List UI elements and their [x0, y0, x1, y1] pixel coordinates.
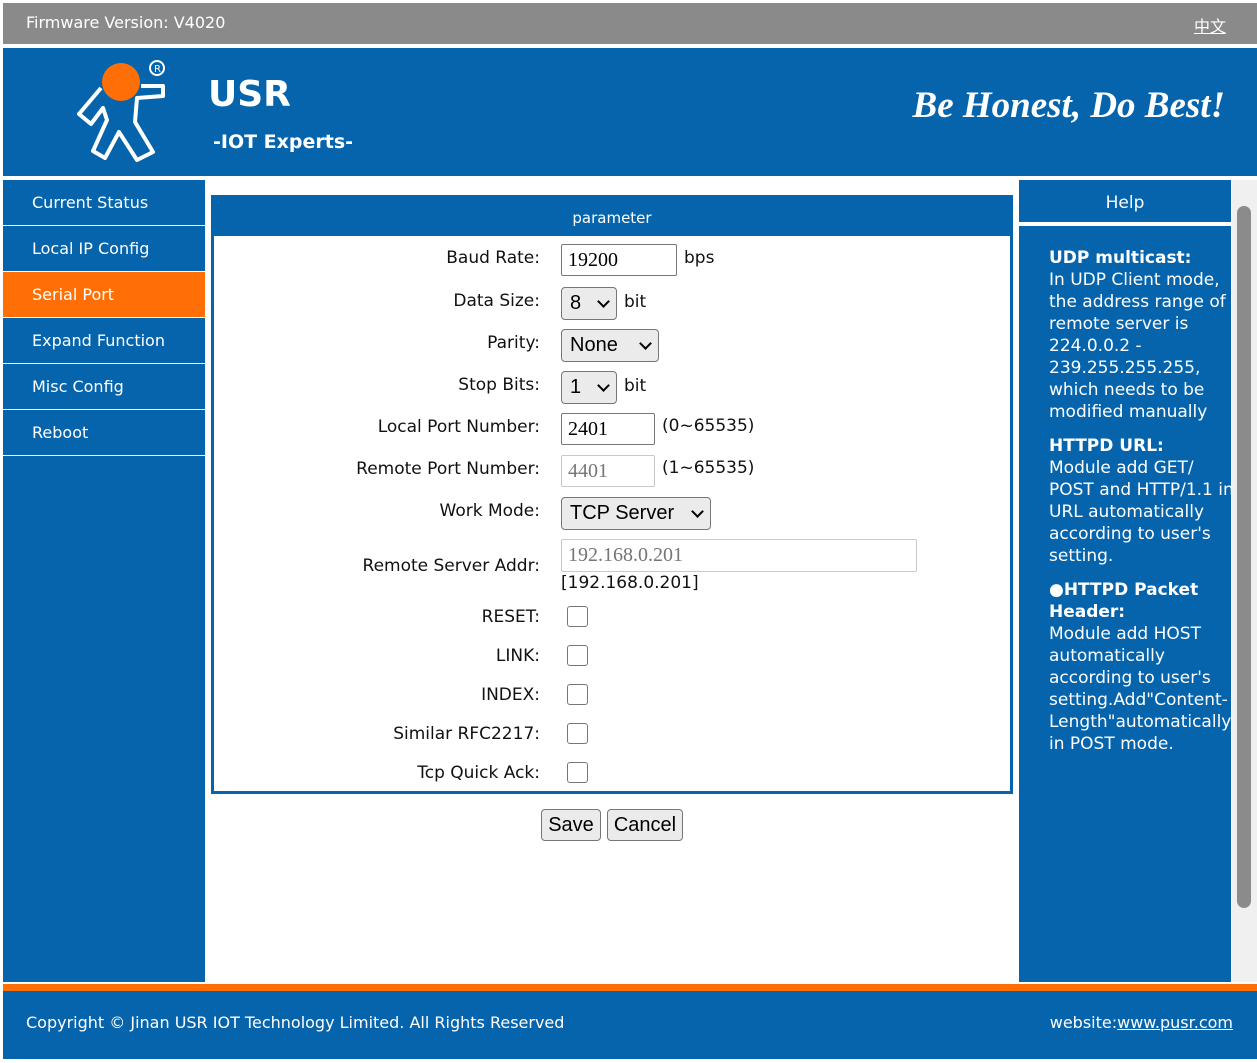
sidebar-item-expand-function[interactable]: Expand Function [3, 318, 205, 364]
usr-logo-icon: R [77, 60, 165, 162]
website-info: website:www.pusr.com [1050, 1013, 1233, 1032]
help-item-httpd-url: HTTPD URL: Module add GET/ POST and HTTP… [1049, 435, 1239, 567]
rfc2217-checkbox[interactable] [567, 723, 588, 744]
top-bar: Firmware Version: V4020 中文 [3, 3, 1257, 44]
work-mode-row: Work Mode: TCP Server [214, 497, 1010, 530]
sidebar-item-current-status[interactable]: Current Status [3, 180, 205, 226]
stop-bits-select[interactable]: 1 [561, 371, 617, 404]
help-list: UDP multicast: In UDP Client mode, the a… [1019, 226, 1234, 755]
data-size-row: Data Size: 8 bit [214, 287, 1010, 320]
work-mode-label: Work Mode: [439, 501, 541, 521]
header-banner: R USR -IOT Experts- Be Honest, Do Best! [3, 48, 1257, 176]
data-size-select[interactable]: 8 [561, 287, 617, 320]
sidebar-item-misc-config[interactable]: Misc Config [3, 364, 205, 410]
help-title: Help [1019, 180, 1231, 226]
language-switch-link[interactable]: 中文 [1194, 13, 1226, 37]
website-link[interactable]: www.pusr.com [1117, 1013, 1233, 1032]
tcp-quick-ack-label: Tcp Quick Ack: [417, 763, 540, 783]
stop-bits-label: Stop Bits: [458, 375, 540, 395]
local-port-input[interactable] [561, 413, 655, 445]
cancel-button[interactable]: Cancel [607, 809, 683, 841]
index-row: INDEX: [214, 681, 1010, 711]
remote-port-range: (1~65535) [662, 458, 755, 478]
scrollbar-thumb[interactable] [1237, 206, 1251, 908]
panel-title: parameter [214, 198, 1010, 236]
remote-server-label: Remote Server Addr: [362, 556, 540, 576]
remote-port-label: Remote Port Number: [356, 459, 540, 479]
help-item-text: Module add HOST automatically according … [1049, 624, 1232, 754]
help-item-title: HTTPD URL: [1049, 436, 1164, 456]
local-port-range: (0~65535) [662, 416, 755, 436]
sidebar-item-serial-port[interactable]: Serial Port [3, 272, 205, 318]
local-port-row: Local Port Number: (0~65535) [214, 413, 1010, 445]
help-item-text: In UDP Client mode, the address range of… [1049, 270, 1226, 422]
local-port-label: Local Port Number: [377, 417, 540, 437]
data-size-label: Data Size: [453, 291, 540, 311]
link-row: LINK: [214, 642, 1010, 672]
parity-label: Parity: [487, 333, 540, 353]
help-item-title: ●HTTPD Packet Header: [1049, 580, 1199, 622]
brand-tagline: -IOT Experts- [213, 131, 354, 153]
save-button[interactable]: Save [541, 809, 601, 841]
rfc2217-row: Similar RFC2217: [214, 720, 1010, 750]
baud-rate-label: Baud Rate: [446, 248, 540, 268]
reset-label: RESET: [481, 607, 540, 627]
parameter-panel: parameter Baud Rate: bps Data Size: 8 bi… [211, 195, 1013, 794]
work-mode-value: TCP Server [570, 502, 675, 524]
stop-bits-value: 1 [570, 376, 582, 398]
sidebar-item-local-ip-config[interactable]: Local IP Config [3, 226, 205, 272]
tcp-quick-ack-checkbox[interactable] [567, 762, 588, 783]
reset-row: RESET: [214, 603, 1010, 633]
data-size-value: 8 [570, 292, 582, 314]
tcp-quick-ack-row: Tcp Quick Ack: [214, 759, 1010, 789]
baud-rate-input[interactable] [561, 244, 677, 276]
parity-row: Parity: None [214, 329, 1010, 362]
slogan: Be Honest, Do Best! [912, 85, 1225, 126]
svg-text:R: R [154, 64, 161, 75]
help-panel: Help UDP multicast: In UDP Client mode, … [1019, 180, 1234, 982]
footer: Copyright © Jinan USR IOT Technology Lim… [3, 991, 1257, 1059]
sidebar-item-reboot[interactable]: Reboot [3, 410, 205, 456]
stop-bits-row: Stop Bits: 1 bit [214, 371, 1010, 404]
parity-select[interactable]: None [561, 329, 659, 362]
parity-value: None [570, 334, 618, 356]
help-item-udp-multicast: UDP multicast: In UDP Client mode, the a… [1049, 247, 1239, 423]
link-checkbox[interactable] [567, 645, 588, 666]
chevron-down-icon [691, 504, 704, 518]
index-checkbox[interactable] [567, 684, 588, 705]
chevron-down-icon [597, 378, 610, 392]
help-item-httpd-packet-header: ●HTTPD Packet Header: Module add HOST au… [1049, 579, 1239, 755]
copyright-text: Copyright © Jinan USR IOT Technology Lim… [26, 1013, 565, 1032]
remote-port-input[interactable] [561, 455, 655, 487]
brand-name: USR [208, 74, 291, 115]
baud-rate-row: Baud Rate: bps [214, 244, 1010, 276]
baud-rate-unit: bps [684, 248, 715, 268]
sidebar-nav: Current Status Local IP Config Serial Po… [3, 180, 205, 982]
rfc2217-label: Similar RFC2217: [393, 724, 540, 744]
scrollbar[interactable] [1232, 180, 1257, 982]
index-label: INDEX: [481, 685, 540, 705]
main-content: parameter Baud Rate: bps Data Size: 8 bi… [205, 180, 1019, 982]
firmware-version: Firmware Version: V4020 [26, 13, 226, 32]
reset-checkbox[interactable] [567, 606, 588, 627]
remote-server-current: [192.168.0.201] [561, 573, 699, 593]
link-label: LINK: [495, 646, 540, 666]
chevron-down-icon [639, 336, 652, 350]
data-size-unit: bit [624, 292, 647, 312]
work-mode-select[interactable]: TCP Server [561, 497, 711, 530]
help-item-title: UDP multicast: [1049, 248, 1192, 268]
stop-bits-unit: bit [624, 376, 647, 396]
chevron-down-icon [597, 294, 610, 308]
footer-divider [3, 984, 1257, 991]
help-item-text: Module add GET/ POST and HTTP/1.1 in URL… [1049, 458, 1234, 566]
remote-server-row: Remote Server Addr: [192.168.0.201] [214, 539, 1010, 595]
remote-port-row: Remote Port Number: (1~65535) [214, 455, 1010, 487]
website-label: website: [1049, 1013, 1118, 1032]
remote-server-input[interactable] [561, 539, 917, 572]
